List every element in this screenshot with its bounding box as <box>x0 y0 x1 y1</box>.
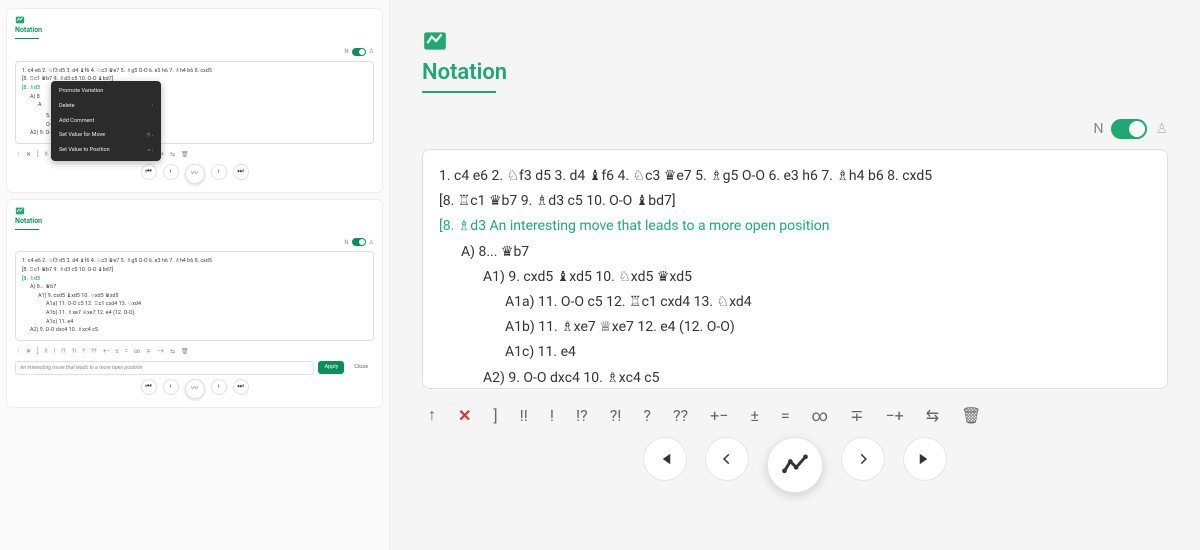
context-menu[interactable]: Promote Variation Delete› Add Comment Se… <box>51 81 161 161</box>
annot-blunder[interactable]: ?? <box>673 406 688 425</box>
thumb-A1b[interactable]: A1b) 11. ♗xe7 ♕xe7 12. e4 (12. O-O) <box>22 309 367 318</box>
thumb-mainline[interactable]: 1. c4 e6 2. ♘f3 d5 3. d4 ♝f6 4. ♘c3 ♛e7 … <box>22 257 367 266</box>
title-underline <box>422 91 496 93</box>
move-var1[interactable]: [8. ♖c1 ♛b7 9. ♗d3 c5 10. O-O ♝bd7] <box>439 189 1151 214</box>
thumbnails-column: Notation N♙ 1. c4 e6 2. ♘f3 d5 3. d4 ♝f6… <box>0 0 390 550</box>
thumb-nav-analysis[interactable]: 〰 <box>185 164 205 184</box>
toggle-label-n: N <box>1093 121 1103 137</box>
annot-mistake[interactable]: ? <box>643 406 651 425</box>
thumb-var1[interactable]: [8. ♖c1 ♛b7 9. ♗d3 c5 10. O-O ♝bd7] <box>22 266 367 275</box>
annot-unclear[interactable]: ∞ <box>812 406 828 425</box>
thumb-nav-last[interactable]: ⏭ <box>233 379 249 395</box>
ctx-add-comment[interactable]: Add Comment <box>51 114 161 129</box>
thumb-nav-last[interactable]: ⏭ <box>233 164 249 180</box>
nav-last-button[interactable] <box>903 437 947 481</box>
notation-box[interactable]: 1. c4 e6 2. ♘f3 d5 3. d4 ♝f6 4. ♘c3 ♛e7 … <box>422 149 1168 389</box>
move-A1c[interactable]: A1c) 11. e4 <box>439 340 1151 365</box>
move-A1a[interactable]: A1a) 11. O-O c5 12. ♖c1 cxd4 13. ♘xd4 <box>439 290 1151 315</box>
annot-black-better[interactable]: ∓ <box>850 406 863 425</box>
skip-end-icon <box>916 450 934 468</box>
thumb-nav-prev[interactable]: ‹ <box>163 164 179 180</box>
thumb-nav-prev[interactable]: ‹ <box>163 379 179 395</box>
annot-dubious[interactable]: ?! <box>610 406 622 425</box>
annot-up-arrow-icon[interactable]: ↑ <box>428 405 436 425</box>
figurine-toggle[interactable] <box>1111 119 1147 139</box>
logo-icon <box>422 28 448 54</box>
nav-next-button[interactable] <box>841 437 885 481</box>
move-A2[interactable]: A2) 9. O-O dxc4 10. ♗xc4 c5 <box>439 366 1151 390</box>
thumb-title: Notation <box>15 216 374 227</box>
ctx-delete[interactable]: Delete› <box>51 99 161 114</box>
annot-trash-icon[interactable]: 🗑 <box>961 406 981 425</box>
chevron-right-icon <box>856 452 870 466</box>
comment-input[interactable]: An interesting move that leads to a more… <box>15 361 314 375</box>
annot-white-better[interactable]: ± <box>750 406 759 425</box>
thumb-nav-next[interactable]: › <box>211 379 227 395</box>
nav-analysis-button[interactable] <box>767 437 823 493</box>
thumbnail-notation-contextmenu: Notation N♙ 1. c4 e6 2. ♘f3 d5 3. d4 ♝f6… <box>6 8 383 193</box>
annotation-row: ↑ ✕ ] !! ! !? ?! ? ?? +− ± = ∞ ∓ −+ ⇆ 🗑 <box>428 405 1162 425</box>
move-A1b[interactable]: A1b) 11. ♗xe7 ♕xe7 12. e4 (12. O-O) <box>439 315 1151 340</box>
thumb-A1a[interactable]: A1a) 11. O-O c5 12. ♖c1 cxd4 13. ♘xd4 <box>22 300 367 309</box>
thumb-toggle[interactable] <box>352 48 366 56</box>
move-A1[interactable]: A1) 9. cxd5 ♝xd5 10. ♘xd5 ♛xd5 <box>439 265 1151 290</box>
nav-prev-button[interactable] <box>705 437 749 481</box>
thumb-var2[interactable]: [8. ♗d3 <box>22 275 367 284</box>
move-var2[interactable]: [8. ♗d3 An interesting move that leads t… <box>439 214 1151 239</box>
ctx-set-value-move[interactable]: Set Value for Move?! › <box>51 128 161 143</box>
thumb-A1[interactable]: A1) 9. cxd5 ♝xd5 10. ♘xd5 ♛xd5 <box>22 292 367 301</box>
logo-icon <box>15 15 25 25</box>
annot-exclaim[interactable]: ! <box>550 406 554 425</box>
thumb-toggle[interactable] <box>352 238 366 246</box>
chevron-left-icon <box>720 452 734 466</box>
annot-black-winning[interactable]: −+ <box>886 406 904 425</box>
analysis-icon <box>781 451 809 479</box>
thumb-annot-row: ↑ ✕ ] !! ! !? ?! ? ?? +− ± = ∞ ∓ −+ ⇆ 🗑 <box>17 347 374 357</box>
thumb-title: Notation <box>15 25 374 36</box>
main-panel: Notation N ♙ 1. c4 e6 2. ♘f3 d5 3. d4 ♝f… <box>390 0 1200 550</box>
logo-icon <box>15 206 25 216</box>
thumb-A1c[interactable]: A1c) 11. e4 <box>22 318 367 327</box>
annot-double-exclaim[interactable]: !! <box>520 406 528 425</box>
thumb-nav-next[interactable]: › <box>211 164 227 180</box>
nav-row <box>422 437 1168 493</box>
thumb-nav-analysis[interactable]: 〰 <box>185 379 205 399</box>
page-title: Notation <box>422 60 1168 85</box>
annot-close-bracket[interactable]: ] <box>493 406 497 425</box>
thumb-nav-first[interactable]: ⏮ <box>141 164 157 180</box>
nav-first-button[interactable] <box>643 437 687 481</box>
annot-delete-icon[interactable]: ✕ <box>458 406 471 425</box>
pawn-icon: ♙ <box>1155 121 1168 137</box>
move-A[interactable]: A) 8... ♛b7 <box>439 240 1151 265</box>
thumb-A2[interactable]: A2) 9. O-O dxc4 10. ♗xc4 c5 <box>22 326 367 335</box>
thumb-mainline[interactable]: 1. c4 e6 2. ♘f3 d5 3. d4 ♝f6 4. ♘c3 ♛e7 … <box>22 67 367 76</box>
ctx-set-value-position[interactable]: Set Value to Position= › <box>51 143 161 158</box>
close-button[interactable]: Close <box>348 361 374 374</box>
annot-interesting[interactable]: !? <box>576 406 588 425</box>
skip-start-icon <box>656 450 674 468</box>
figurine-toggle-row: N ♙ <box>422 119 1168 139</box>
move-mainline[interactable]: 1. c4 e6 2. ♘f3 d5 3. d4 ♝f6 4. ♘c3 ♛e7 … <box>439 164 1151 189</box>
thumb-A[interactable]: A) 8... ♛b7 <box>22 283 367 292</box>
annot-white-winning[interactable]: +− <box>710 406 728 425</box>
thumbnail-notation-comment: Notation N♙ 1. c4 e6 2. ♘f3 d5 3. d4 ♝f6… <box>6 199 383 408</box>
apply-button[interactable]: Apply <box>318 361 344 374</box>
thumb-nav-first[interactable]: ⏮ <box>141 379 157 395</box>
ctx-promote-variation[interactable]: Promote Variation <box>51 84 161 99</box>
annot-equal[interactable]: = <box>781 406 790 425</box>
annot-swap-icon[interactable]: ⇆ <box>926 406 939 425</box>
